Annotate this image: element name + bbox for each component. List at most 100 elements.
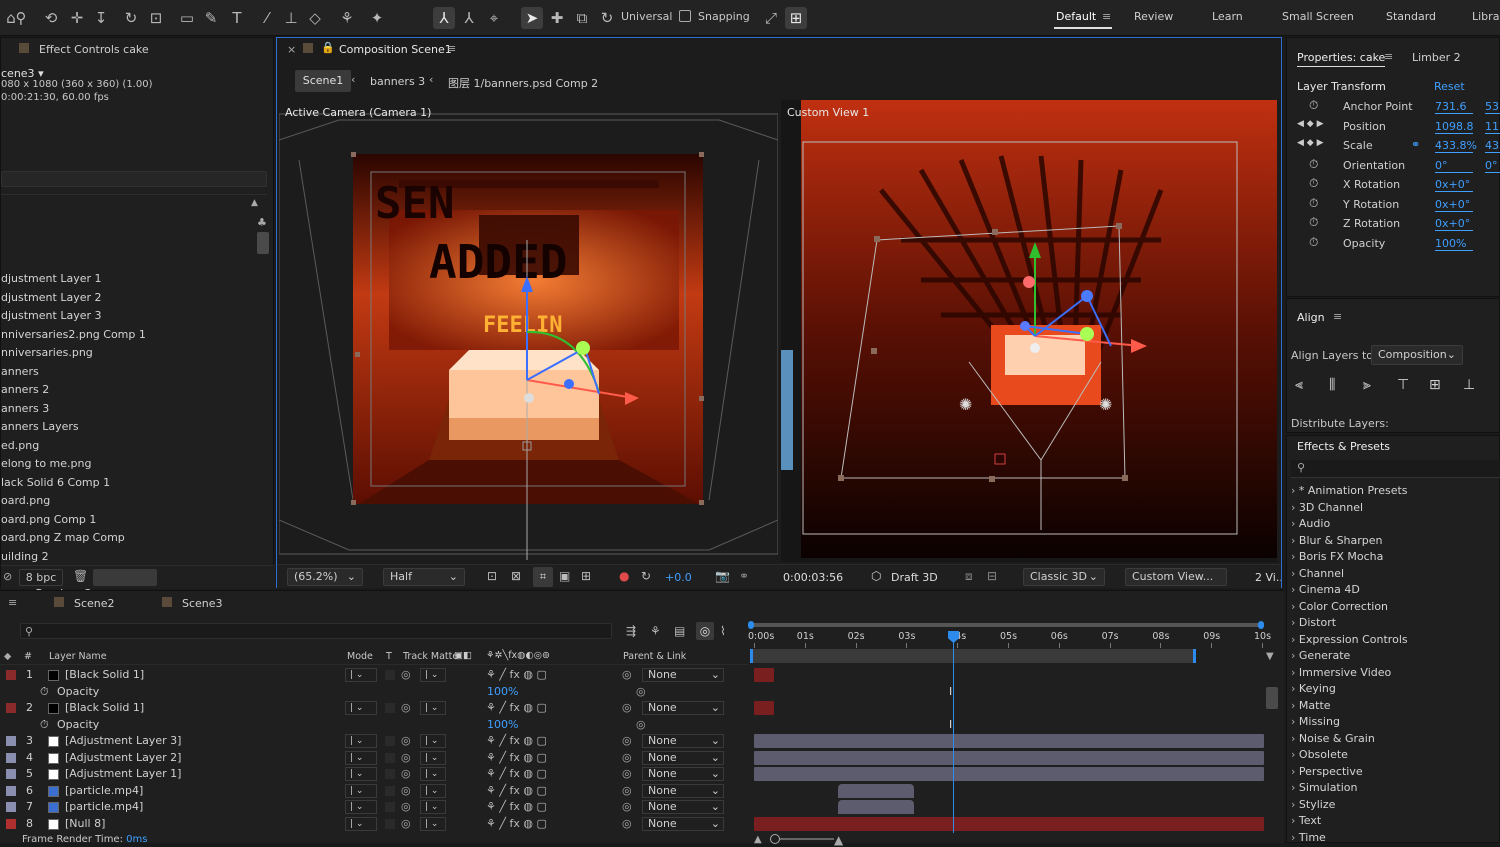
breadcrumb-banners-3[interactable]: banners 3 <box>370 75 425 88</box>
property-value-2[interactable]: 112 <box>1485 120 1500 134</box>
stopwatch-icon[interactable]: ⏱ <box>40 684 49 700</box>
show-snapshot-icon[interactable]: ⚭ <box>739 569 749 583</box>
mode-dropdown[interactable]: | ⌄ <box>345 750 377 765</box>
zoom-in-icon[interactable]: ▲ <box>834 833 843 847</box>
parent-dropdown[interactable]: None ⌄ <box>642 767 724 781</box>
orbit-tool-icon[interactable]: ⟲ <box>40 7 62 29</box>
parent-dropdown[interactable]: None ⌄ <box>642 750 724 765</box>
tab-scene2[interactable]: Scene2 <box>74 597 115 610</box>
rotation-handle[interactable] <box>1080 327 1094 341</box>
graph-editor-toggle-icon[interactable]: ⌇ <box>720 624 726 638</box>
reset-exposure-icon[interactable]: ↻ <box>641 569 651 583</box>
opacity-value[interactable]: 100% <box>487 717 518 733</box>
constrain-proportions-icon[interactable]: ⚭ <box>1411 138 1420 151</box>
stopwatch-icon[interactable]: ⏱ <box>40 717 49 733</box>
graph-editor-icon[interactable]: ⇶ <box>626 624 636 638</box>
view-layout-dropdown[interactable]: 2 Vi... <box>1255 571 1281 584</box>
align-horizontal-center-icon[interactable]: ⫼ <box>1329 377 1335 393</box>
sort-up-icon[interactable]: ▲ <box>251 198 258 208</box>
align-left-icon[interactable]: ⫷ <box>1295 377 1303 393</box>
current-timecode[interactable]: 0:00:03:56 <box>783 571 843 584</box>
composition-tab[interactable]: Composition Scene1 <box>339 43 452 56</box>
bpc-button[interactable]: 8 bpc <box>19 569 63 586</box>
view-dropdown[interactable]: Custom View...⌄ <box>1125 568 1227 599</box>
preserve-transparency-toggle[interactable] <box>385 802 395 812</box>
pen-tool-icon[interactable]: ✎ <box>200 7 222 29</box>
limber-tab[interactable]: Limber 2 <box>1412 51 1461 64</box>
pick-whip-icon[interactable]: ◎ <box>622 700 632 716</box>
effects-category[interactable]: › Boris FX Mocha <box>1291 550 1383 563</box>
layer-duration-bar[interactable] <box>754 767 1264 781</box>
workspace-small-screen[interactable]: Small Screen <box>1282 10 1354 23</box>
workspace-learn[interactable]: Learn <box>1212 10 1243 23</box>
stopwatch-icon[interactable]: ⏱ <box>1309 176 1318 191</box>
layer-name[interactable]: [Adjustment Layer 3] <box>65 733 181 749</box>
track-matte-dropdown[interactable]: | ⌄ <box>420 800 446 814</box>
track-matte-link-icon[interactable]: ◎ <box>401 799 411 815</box>
property-value-1[interactable]: 0x+0° <box>1435 198 1473 212</box>
project-item[interactable]: nniversaries2.png Comp 1 <box>1 328 146 341</box>
playhead-line[interactable] <box>953 633 954 833</box>
track-matte-dropdown[interactable]: | ⌄ <box>420 701 446 715</box>
roto-brush-tool-icon[interactable]: ⚘ <box>336 7 358 29</box>
panel-menu-icon[interactable]: ≡ <box>1384 50 1393 63</box>
preserve-transparency-toggle[interactable] <box>385 818 395 829</box>
track-matte-link-icon[interactable]: ◎ <box>401 733 411 749</box>
mode-dropdown[interactable]: | ⌄ <box>345 816 377 831</box>
zoom-dropdown[interactable]: (65.2%) ⌄ <box>287 568 363 586</box>
pick-whip-icon[interactable]: ◎ <box>622 750 632 766</box>
thumbnail-slider[interactable] <box>93 569 157 586</box>
close-tab-icon[interactable]: × <box>287 43 296 56</box>
parent-dropdown[interactable]: None ⌄ <box>642 668 724 682</box>
light-icon[interactable]: ✺ <box>1099 395 1112 414</box>
rotate-gizmo-icon[interactable]: ↻ <box>596 7 618 29</box>
type-tool-icon[interactable]: T <box>226 7 248 29</box>
property-value-1[interactable]: 0x+0° <box>1435 217 1473 231</box>
draft-3d-toggle[interactable]: Draft 3D <box>891 571 938 584</box>
exposure-value[interactable]: +0.0 <box>665 571 692 584</box>
opacity-value[interactable]: 100% <box>487 684 518 700</box>
grid-options-icon[interactable]: ⊞ <box>581 569 591 583</box>
project-item[interactable]: oard.png Z map Comp <box>1 531 125 544</box>
label-color-swatch[interactable] <box>6 769 16 779</box>
project-item[interactable]: djustment Layer 2 <box>1 291 101 304</box>
layer-name[interactable]: [Adjustment Layer 2] <box>65 750 181 766</box>
layer-row[interactable]: 2 [Black Solid 1] | ⌄ ◎ | ⌄ ⚘ ╱ fx ◍ ▢ ◎ None ⌄ <box>0 700 748 716</box>
puppet-tool-icon[interactable]: ✦ <box>366 7 388 29</box>
layer-name[interactable]: [Black Solid 1] <box>65 700 144 716</box>
rotate-tool-icon[interactable]: ↻ <box>120 7 142 29</box>
workspace-menu-icon[interactable]: ≡ <box>1102 10 1111 23</box>
project-item[interactable]: lack Solid 6 Comp 1 <box>1 476 110 489</box>
label-color-swatch[interactable] <box>6 818 16 829</box>
expression-pick-whip-icon[interactable]: ◎ <box>636 717 646 733</box>
project-item[interactable]: anners 2 <box>1 383 49 396</box>
layer-row[interactable]: 4 [Adjustment Layer 2] | ⌄ ◎ | ⌄ ⚘ ╱ fx ◍ ▢ ◎ N… <box>0 750 748 766</box>
effects-category[interactable]: › Channel <box>1291 567 1344 580</box>
parent-dropdown[interactable]: None ⌄ <box>642 800 724 814</box>
layer-switches-icons[interactable]: ⚘ ╱ fx ◍ ▢ <box>486 766 547 782</box>
work-area-start-handle[interactable] <box>748 621 754 629</box>
effects-category[interactable]: › Time <box>1291 831 1326 844</box>
panel-menu-icon[interactable]: ≡ <box>1333 310 1342 323</box>
stopwatch-icon[interactable]: ⏱ <box>1309 215 1318 230</box>
mode-dropdown[interactable]: | ⌄ <box>345 701 377 715</box>
effects-category[interactable]: › Simulation <box>1291 781 1358 794</box>
track-matte-dropdown[interactable]: | ⌄ <box>420 816 446 831</box>
project-item[interactable]: ed.png <box>1 439 39 452</box>
layer-name[interactable]: [particle.mp4] <box>65 783 143 799</box>
preserve-transparency-toggle[interactable] <box>385 769 395 779</box>
effects-category[interactable]: › Generate <box>1291 649 1350 662</box>
project-item[interactable]: nniversaries.png <box>1 346 93 359</box>
scale-tool-icon[interactable]: ⧉ <box>571 7 593 29</box>
world-axis-mode-icon[interactable]: ⅄ <box>458 7 480 29</box>
project-item[interactable]: anners <box>1 365 39 378</box>
project-item[interactable]: anners 3 <box>1 402 49 415</box>
move-tool-icon[interactable]: ✚ <box>546 7 568 29</box>
track-matte-link-icon[interactable]: ◎ <box>401 750 411 766</box>
align-right-icon[interactable]: ⫸ <box>1363 377 1371 393</box>
mode-dropdown[interactable]: | ⌄ <box>345 767 377 781</box>
view-axis-mode-icon[interactable]: ⌖ <box>483 7 505 29</box>
property-value-2[interactable]: 433 <box>1485 139 1500 153</box>
snap-options-icon[interactable]: ⤢ <box>760 7 782 29</box>
breadcrumb-layer-comp[interactable]: 图层 1/banners.psd Comp 2 <box>448 75 598 91</box>
